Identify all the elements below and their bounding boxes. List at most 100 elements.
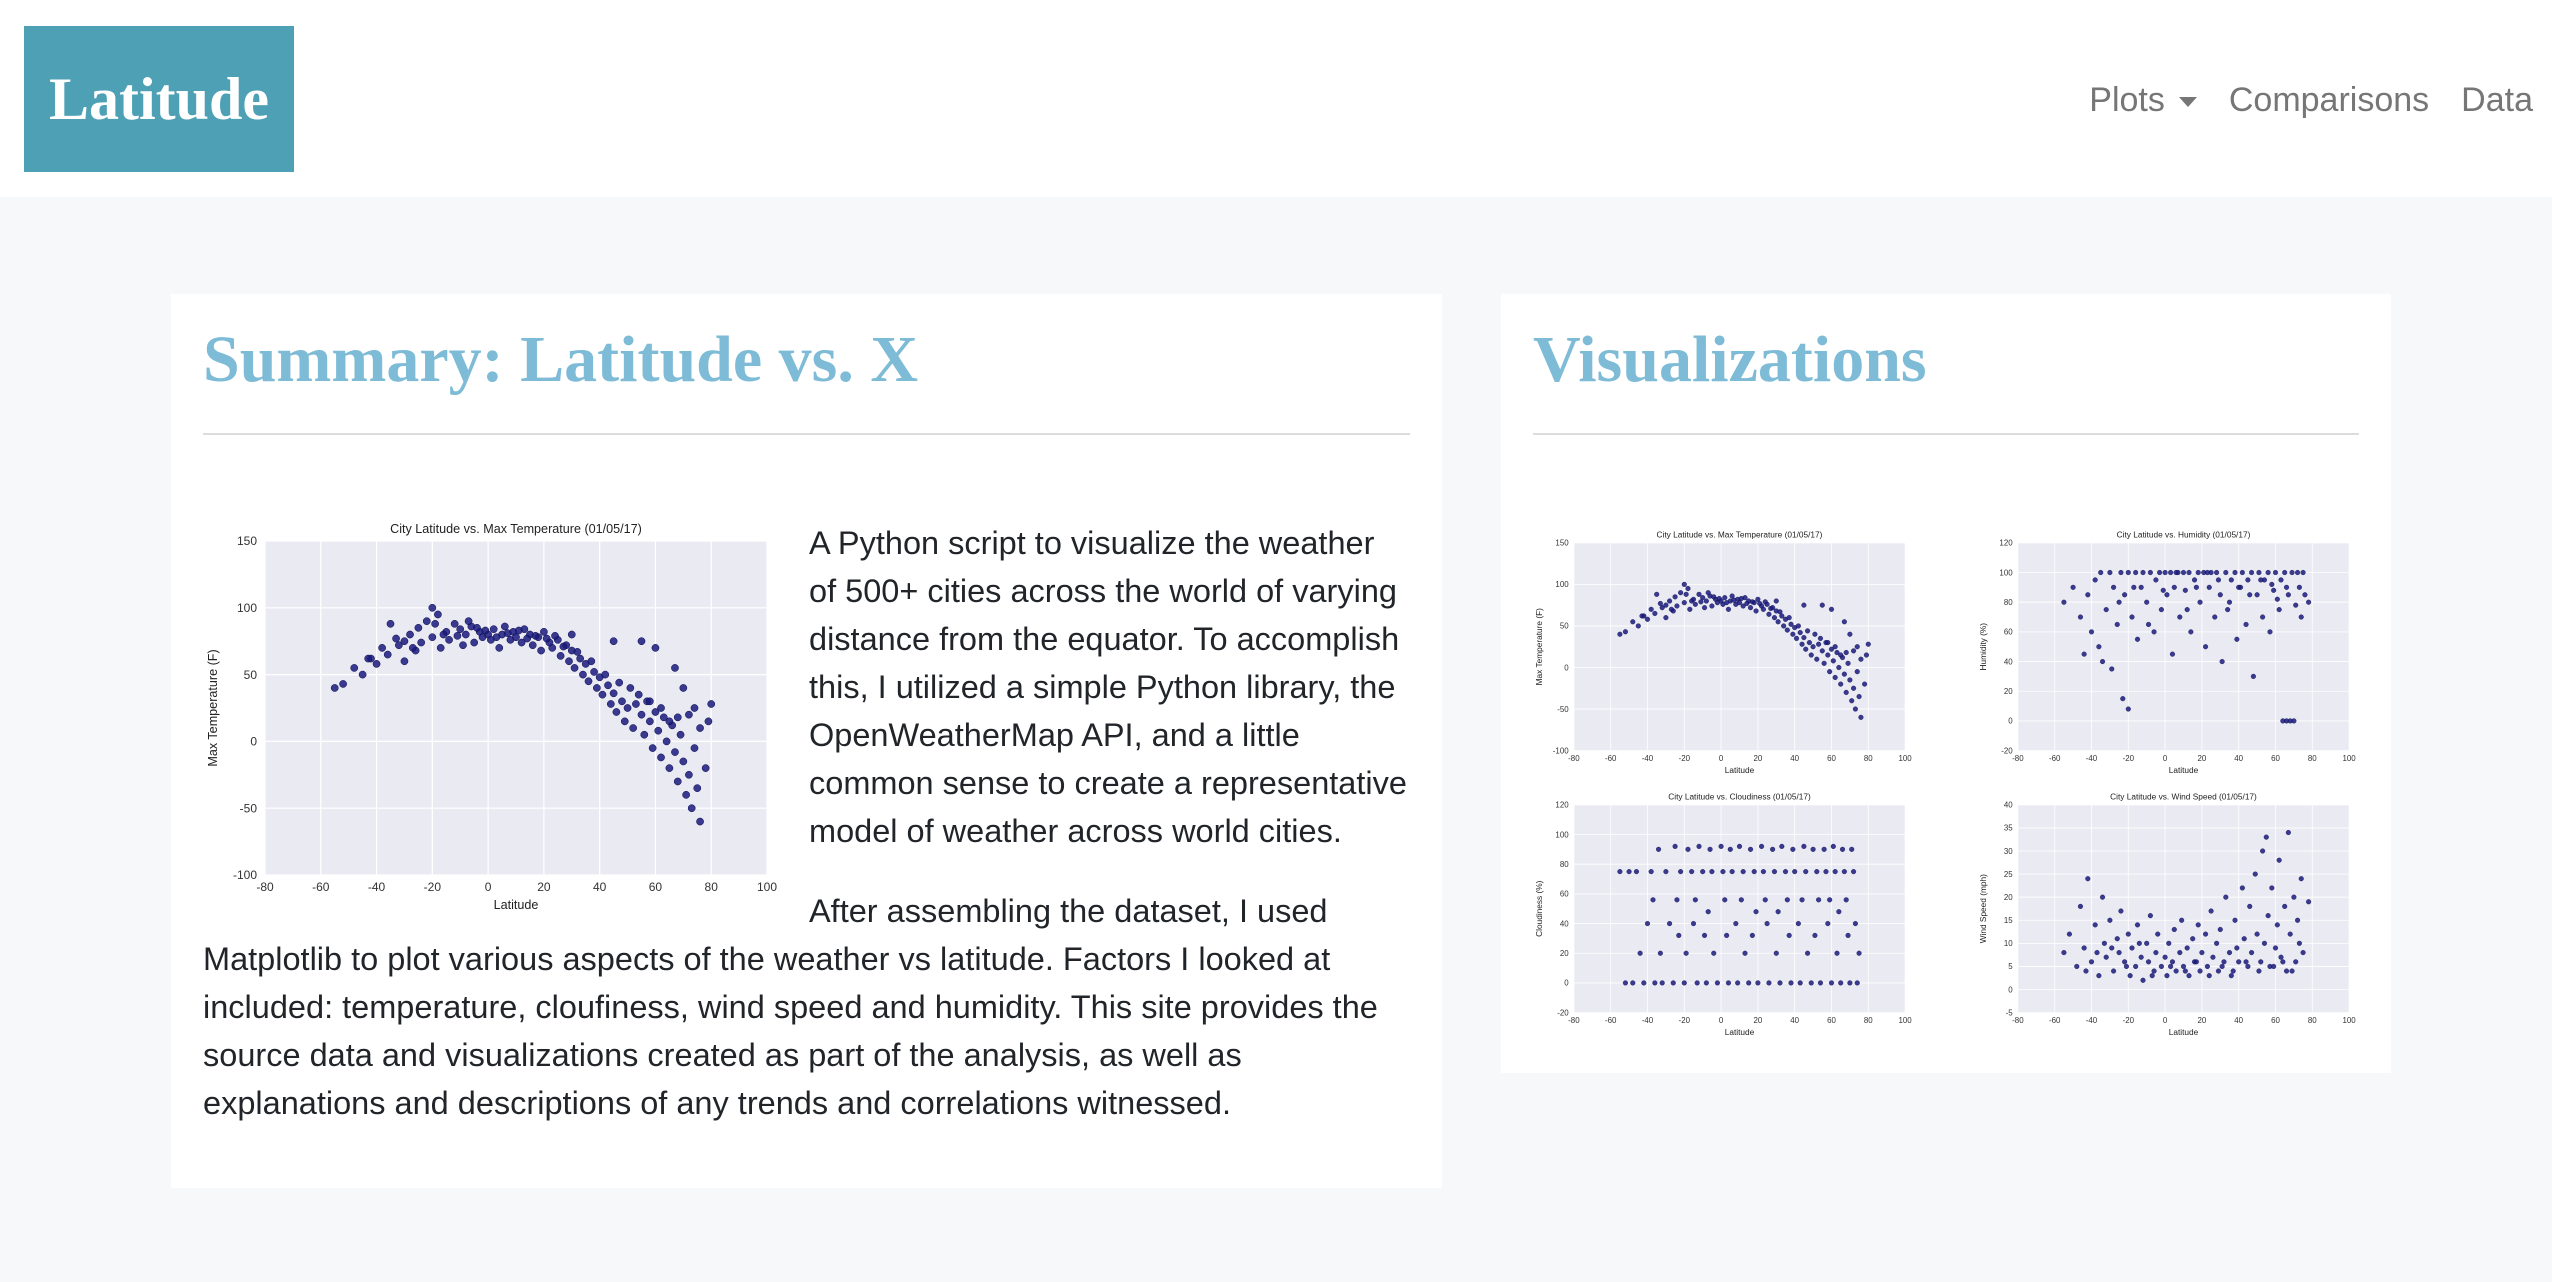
data-point: [1819, 602, 1825, 608]
data-point: [1814, 656, 1820, 662]
data-point: [439, 630, 448, 639]
thumb-wind-speed[interactable]: -80 -60 -40 -20 0 20 40 60 80 100 -5 0 5 10 15 20 25 30 35…: [1977, 789, 2357, 1039]
data-point: [2182, 968, 2188, 974]
data-point: [542, 634, 551, 643]
data-point: [1803, 869, 1809, 875]
data-point: [2230, 968, 2236, 974]
data-point: [2099, 659, 2106, 665]
data-point: [2296, 584, 2302, 590]
data-point: [1810, 644, 1816, 650]
data-point: [1823, 869, 1829, 875]
data-point: [408, 644, 417, 652]
data-point: [2217, 926, 2223, 933]
data-point: [2158, 963, 2164, 969]
data-point: [1819, 648, 1825, 654]
data-point: [414, 623, 423, 632]
data-point: [1703, 980, 1709, 986]
y-tick-label: 120: [1999, 539, 2013, 548]
data-point: [1663, 602, 1669, 608]
x-tick-label: 100: [2342, 1016, 2356, 1025]
x-tick-label: 40: [593, 880, 607, 894]
y-tick-label: 40: [1560, 919, 1569, 928]
data-point: [1751, 869, 1757, 875]
data-point: [2127, 973, 2133, 979]
max-temperature-chart: -80 -60 -40 -20 0 20 40 60 80 100 -100 -50 0 50 100 150…: [1534, 530, 1912, 775]
data-point: [2164, 973, 2170, 979]
data-point: [2256, 968, 2262, 974]
data-point: [2145, 621, 2152, 628]
brand-logo[interactable]: Latitude: [24, 26, 294, 172]
data-point: [1652, 610, 1658, 617]
x-tick-label: -80: [1568, 754, 1580, 763]
summary-plot[interactable]: -80 -60 -40 -20 0 20 40 60 80 100 -100 -50 0 50 100 150…: [203, 517, 779, 915]
data-point: [2186, 973, 2192, 979]
data-point: [1843, 650, 1849, 656]
data-point: [2278, 954, 2284, 960]
visualizations-title: Visualizations: [1533, 323, 1927, 396]
y-tick-label: 0: [2008, 985, 2013, 994]
nav-item-plots[interactable]: Plots: [2073, 81, 2213, 120]
data-point: [1641, 980, 1647, 986]
thumb-humidity[interactable]: -80 -60 -40 -20 0 20 40 60 80 100 -20 0 20 40 60 80 100 1…: [1977, 527, 2357, 777]
data-point: [1843, 897, 1849, 903]
thumb-cloudiness[interactable]: -80 -60 -40 -20 0 20 40 60 80 100 -20 0 20 40 60 80 100 1…: [1533, 789, 1913, 1039]
data-point: [2298, 614, 2304, 620]
summary-paragraph-2: After assembling the dataset, I used Mat…: [203, 893, 1378, 1121]
data-point: [1678, 590, 1684, 596]
data-point: [615, 678, 624, 687]
data-point: [2250, 673, 2256, 679]
data-point: [1770, 846, 1776, 852]
data-point: [2061, 599, 2067, 605]
data-point: [2118, 908, 2124, 914]
data-point: [1652, 980, 1658, 986]
data-point: [1630, 619, 1636, 625]
x-tick-label: 20: [2197, 1016, 2206, 1025]
data-point: [618, 697, 626, 706]
y-tick-label: 40: [2004, 801, 2013, 810]
data-point: [1845, 932, 1851, 938]
data-point: [1766, 980, 1772, 986]
data-point: [1703, 598, 1709, 604]
data-point: [2125, 706, 2131, 712]
navbar: Latitude Plots Comparisons Data: [0, 0, 2552, 197]
data-point: [1735, 980, 1741, 986]
data-point: [1854, 669, 1860, 675]
data-point: [1687, 606, 1693, 612]
data-point: [1812, 631, 1818, 637]
data-point: [2157, 569, 2163, 576]
data-point: [1827, 669, 1833, 675]
data-point: [2298, 876, 2304, 882]
data-point: [2101, 940, 2107, 946]
data-point: [1648, 869, 1654, 875]
temperature-chart: -80 -60 -40 -20 0 20 40 60 80 100 -100 -50 0 50 100 150…: [206, 522, 777, 912]
data-point: [1849, 698, 1855, 704]
data-point: [2285, 829, 2291, 836]
data-point: [2217, 592, 2223, 598]
data-point: [1707, 846, 1713, 852]
data-point: [2225, 607, 2231, 613]
thumb-max-temperature[interactable]: -80 -60 -40 -20 0 20 40 60 80 100 -100 -50 0 50 100 150…: [1533, 527, 1913, 777]
data-point: [1817, 980, 1823, 986]
x-tick-label: -60: [2049, 754, 2061, 763]
data-point: [679, 684, 688, 692]
data-point: [456, 625, 465, 634]
data-point: [422, 617, 431, 626]
data-point: [1777, 980, 1783, 986]
data-point: [473, 623, 481, 632]
chart-title: City Latitude vs. Cloudiness (01/05/17): [1668, 792, 1811, 802]
data-point: [2145, 959, 2152, 965]
data-point: [2226, 599, 2233, 605]
data-point: [1801, 602, 1807, 608]
data-point: [1801, 635, 1807, 641]
data-point: [1725, 980, 1731, 986]
data-point: [500, 622, 509, 631]
x-tick-label: 80: [2308, 1016, 2317, 1025]
data-point: [2276, 607, 2282, 613]
nav-item-data[interactable]: Data: [2445, 81, 2549, 120]
data-point: [1622, 629, 1628, 635]
data-point: [1700, 869, 1706, 875]
nav-item-comparisons[interactable]: Comparisons: [2213, 81, 2445, 120]
data-point: [1740, 869, 1746, 875]
data-point: [671, 748, 679, 756]
data-point: [2111, 584, 2117, 590]
